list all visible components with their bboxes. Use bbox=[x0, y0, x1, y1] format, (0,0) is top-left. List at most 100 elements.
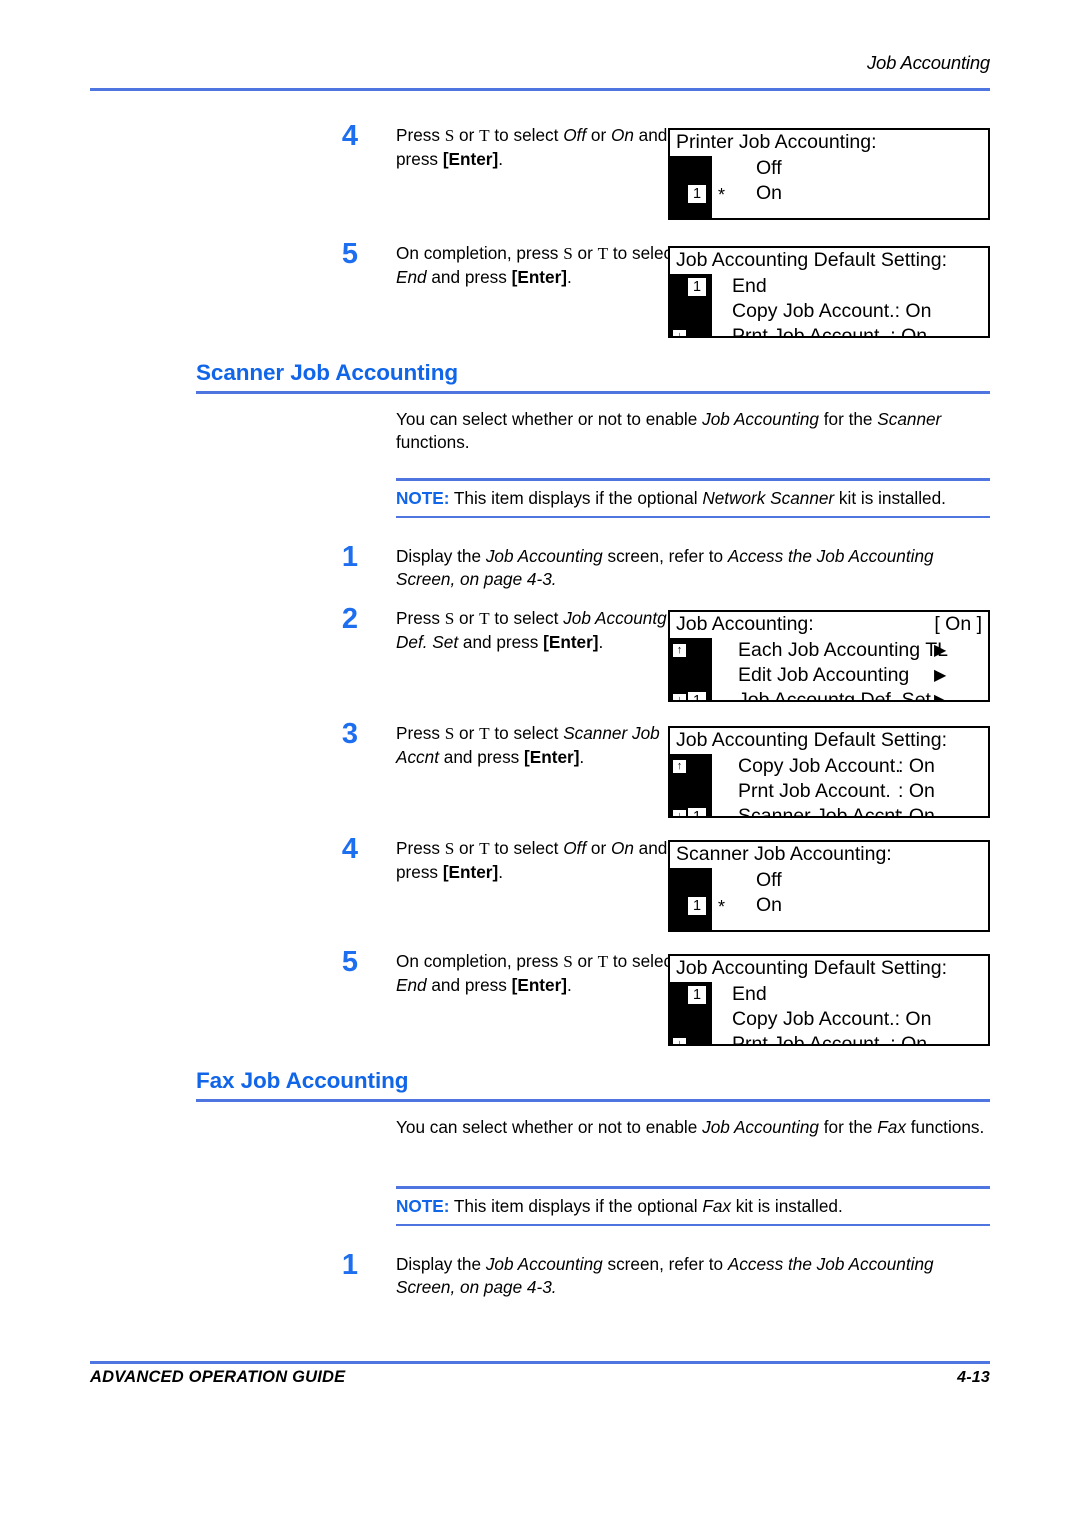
lcd-row-label: Copy Job Account. bbox=[738, 755, 901, 777]
scroll-down-icon bbox=[673, 330, 686, 336]
lcd-numeric-key-indicator: 1 bbox=[686, 984, 708, 1006]
text-run: S bbox=[444, 724, 455, 743]
lcd-menu-row: Copy Job Account.: On bbox=[712, 754, 988, 779]
section-heading-rule bbox=[196, 391, 990, 394]
lcd-row-label: Edit Job Accounting bbox=[738, 664, 910, 686]
lcd-default-asterisk: * bbox=[718, 185, 726, 205]
footer-page-number: 4-13 bbox=[957, 1369, 990, 1386]
text-run: Press bbox=[396, 608, 445, 628]
scroll-down-icon bbox=[673, 694, 686, 700]
footer-guide-title: ADVANCED OPERATION GUIDE bbox=[90, 1368, 346, 1386]
text-run: to select bbox=[608, 243, 677, 263]
text-run: On completion, press bbox=[396, 243, 564, 263]
lcd-title-text: Job Accounting Default Setting: bbox=[676, 957, 948, 979]
lcd-menu-row: Prnt Job Account. : On bbox=[712, 324, 988, 338]
lcd-screen-illustration: Job Accounting: [ On ] 1 Each Job Accountin… bbox=[668, 610, 990, 702]
lcd-title-bar: Scanner Job Accounting: bbox=[676, 843, 982, 865]
lcd-title-bar: Job Accounting: [ On ] bbox=[676, 613, 982, 635]
lcd-row-label: Copy Job Account.: On bbox=[732, 1008, 932, 1030]
lcd-row-label: Prnt Job Account. : On bbox=[732, 1033, 928, 1046]
lcd-row-label: End bbox=[732, 275, 767, 297]
step-instruction-text: Press S or T to select Off or On and pre… bbox=[396, 837, 696, 884]
text-run: Display the bbox=[396, 546, 486, 566]
lcd-screen-illustration: Job Accounting Default Setting: 1 Copy Job… bbox=[668, 726, 990, 818]
lcd-title-text: Job Accounting: bbox=[676, 613, 814, 635]
text-run: to select bbox=[489, 608, 564, 628]
lcd-row-value: : On bbox=[898, 755, 935, 777]
text-run: Fax bbox=[877, 1117, 906, 1137]
step-instruction-text: Display the Job Accounting screen, refer… bbox=[396, 545, 996, 591]
text-run: or bbox=[454, 838, 480, 858]
text-run: . bbox=[598, 631, 604, 652]
note-rule-bottom bbox=[396, 1223, 990, 1227]
step-number: 5 bbox=[341, 946, 359, 978]
text-run: [Enter] bbox=[442, 861, 499, 882]
text-run: S bbox=[563, 244, 573, 263]
text-run: Job Accounting bbox=[702, 1117, 819, 1137]
text-run: or bbox=[454, 608, 480, 628]
note-label: NOTE: bbox=[396, 487, 450, 508]
text-run: End bbox=[396, 266, 427, 287]
lcd-menu-row: Off bbox=[712, 156, 988, 181]
text-run: You can select whether or not to enable bbox=[396, 1117, 703, 1137]
step-number: 4 bbox=[341, 120, 359, 152]
step-instruction-text: On completion, press S or T to select En… bbox=[396, 950, 696, 997]
text-run: T bbox=[479, 609, 490, 628]
lcd-row-label: Prnt Job Account. : On bbox=[732, 325, 928, 338]
footer-rule bbox=[90, 1361, 990, 1364]
section-heading-text: Scanner Job Accounting bbox=[196, 360, 458, 385]
lcd-screen-illustration: Job Accounting Default Setting: 1 End Copy … bbox=[668, 246, 990, 338]
text-run: or bbox=[572, 951, 598, 971]
text-run: to select bbox=[608, 951, 677, 971]
text-run: Press bbox=[396, 723, 445, 743]
lcd-menu-row: On * bbox=[712, 181, 988, 206]
step-number: 5 bbox=[341, 238, 359, 270]
text-run: This item displays if the optional bbox=[449, 487, 703, 508]
section-intro-paragraph: You can select whether or not to enable … bbox=[396, 1116, 990, 1139]
section-heading-rule bbox=[196, 1099, 990, 1102]
lcd-numeric-key-indicator: 1 bbox=[686, 183, 708, 205]
text-run: On bbox=[610, 838, 634, 858]
lcd-row-label: Job Accountg Def. Set. bbox=[738, 689, 937, 702]
lcd-menu-rows: Each Job Accounting TL ▶ Edit Job Accounti… bbox=[712, 638, 988, 702]
lcd-title-text: Scanner Job Accounting: bbox=[676, 843, 892, 865]
text-run: and press bbox=[458, 631, 544, 652]
lcd-menu-row: On * bbox=[712, 893, 988, 918]
header-rule bbox=[90, 88, 990, 91]
lcd-title-bar: Job Accounting Default Setting: bbox=[676, 957, 982, 979]
scroll-down-icon bbox=[673, 810, 686, 816]
text-run: Off bbox=[563, 125, 587, 145]
lcd-row-value: : On bbox=[898, 780, 935, 802]
lcd-title-text: Job Accounting Default Setting: bbox=[676, 249, 948, 271]
lcd-row-label: On bbox=[756, 182, 783, 204]
lcd-menu-row: Edit Job Accounting ▶ bbox=[712, 663, 988, 688]
text-run: Job Accounting bbox=[485, 1254, 603, 1274]
text-run: and press bbox=[439, 746, 525, 767]
text-run: or bbox=[586, 125, 611, 145]
lcd-title-bar: Job Accounting Default Setting: bbox=[676, 249, 982, 271]
text-run: . bbox=[567, 974, 572, 995]
lcd-menu-rows: Off On * bbox=[712, 156, 988, 206]
lcd-menu-row: Scanner Job Accnt: On bbox=[712, 804, 988, 816]
text-run: kit is installed. bbox=[834, 487, 946, 508]
lcd-menu-row: Copy Job Account.: On bbox=[712, 299, 988, 324]
chevron-right-icon: ▶ bbox=[934, 641, 947, 659]
text-run: Off bbox=[563, 838, 587, 858]
lcd-row-label: On bbox=[756, 894, 783, 916]
note-block: NOTE: This item displays if the optional… bbox=[396, 478, 990, 519]
page-footer: ADVANCED OPERATION GUIDE 4-13 bbox=[90, 1368, 990, 1387]
text-run: Fax bbox=[702, 1195, 731, 1216]
text-run: kit is installed. bbox=[730, 1195, 843, 1216]
text-run: to select bbox=[489, 125, 564, 145]
header-title: Job Accounting bbox=[866, 52, 990, 73]
lcd-menu-row: End bbox=[712, 274, 988, 299]
step-instruction-text: Press S or T to select Off or On and pre… bbox=[396, 124, 696, 171]
text-run: T bbox=[479, 839, 490, 858]
text-run: S bbox=[444, 126, 455, 145]
lcd-menu-rows: Copy Job Account.: On Prnt Job Account.: … bbox=[712, 754, 988, 816]
note-block: NOTE: This item displays if the optional… bbox=[396, 1186, 990, 1227]
lcd-numeric-key-indicator: 1 bbox=[686, 895, 708, 917]
scroll-up-icon bbox=[673, 644, 686, 657]
lcd-menu-row: Off bbox=[712, 868, 988, 893]
page-header: Job Accounting bbox=[90, 52, 990, 74]
